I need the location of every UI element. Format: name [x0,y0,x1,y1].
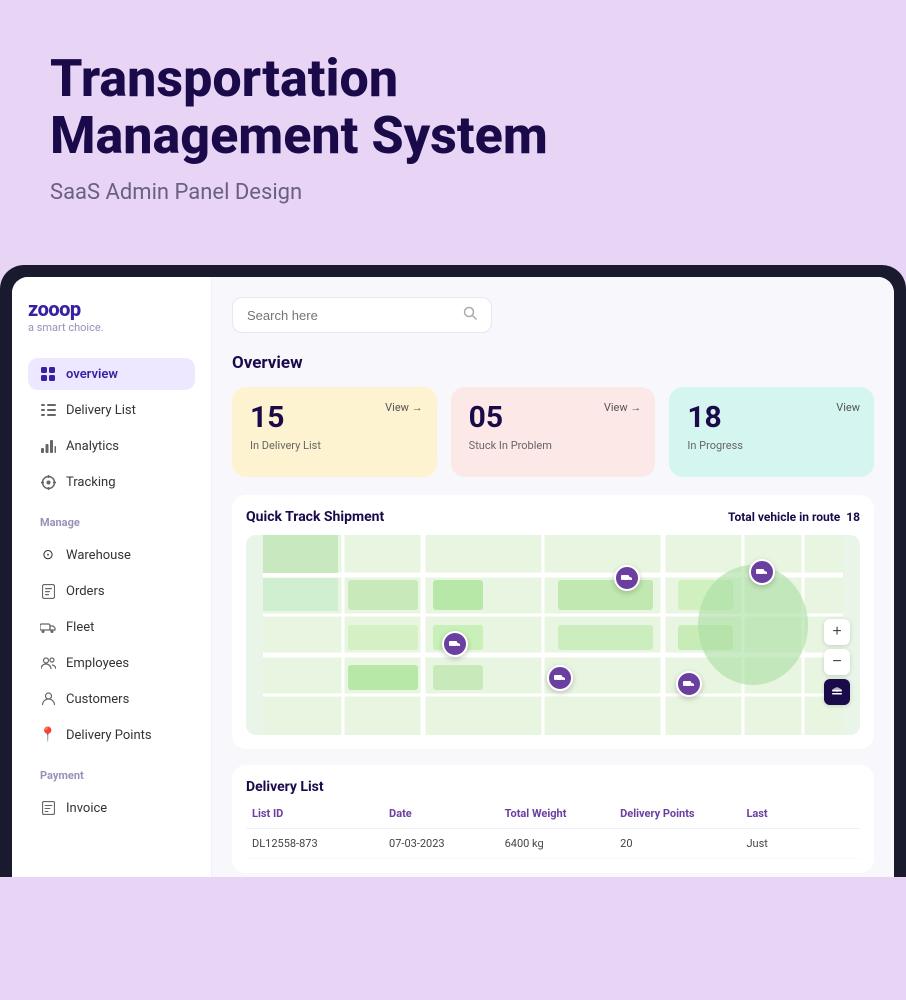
map-zoom-controls: + − [824,619,850,705]
table-header: List ID Date Total Weight Delivery Point… [246,807,860,829]
sidebar: zooop a smart choice. overview [12,277,212,877]
sidebar-label-invoice: Invoice [66,801,107,816]
view-progress-link[interactable]: View [836,401,860,414]
device-frame: zooop a smart choice. overview [0,265,906,877]
analytics-icon [40,438,56,454]
col-date: Date [389,807,497,820]
sidebar-item-employees[interactable]: Employees [28,647,195,679]
device-inner: zooop a smart choice. overview [12,277,894,877]
cell-weight: 6400 kg [505,837,613,850]
list-icon [40,402,56,418]
logo-name: zooop [28,297,195,321]
sidebar-label-customers: Customers [66,692,129,707]
cell-date: 07-03-2023 [389,837,497,850]
employees-icon [40,655,56,671]
search-input[interactable] [247,308,455,323]
tracking-icon [40,474,56,490]
sidebar-item-customers[interactable]: Customers [28,683,195,715]
zoom-out-button[interactable]: − [824,649,850,675]
sidebar-item-orders[interactable]: Orders [28,575,195,607]
orders-icon [40,583,56,599]
sidebar-item-delivery-list[interactable]: Delivery List [28,394,195,426]
map-title: Quick Track Shipment [246,509,384,525]
sidebar-item-overview[interactable]: overview [28,358,195,390]
map-area: + − [246,535,860,735]
stat-card-progress[interactable]: View 18 In Progress [669,387,874,477]
delivery-list-title: Delivery List [246,779,860,795]
sidebar-item-fleet[interactable]: Fleet [28,611,195,643]
logo-area: zooop a smart choice. [28,297,195,334]
map-header: Quick Track Shipment Total vehicle in ro… [246,509,860,525]
overview-cards: View → 15 In Delivery List View → 05 Stu… [232,387,874,477]
sidebar-item-delivery-points[interactable]: 📍 Delivery Points [28,719,195,751]
sidebar-label-overview: overview [66,367,118,382]
app-layout: zooop a smart choice. overview [12,277,894,877]
hero-title: Transportation Management System [50,50,856,164]
map-section: Quick Track Shipment Total vehicle in ro… [232,495,874,749]
hero-subtitle: SaaS Admin Panel Design [50,180,856,205]
stuck-label: Stuck In Problem [469,439,638,452]
col-last: Last [746,807,854,820]
delivery-label: In Delivery List [250,439,419,452]
grid-icon [40,366,56,382]
delivery-section: Delivery List List ID Date Total Weight … [232,765,874,873]
payment-section-label: Payment [28,755,195,788]
sidebar-item-warehouse[interactable]: ⊙ Warehouse [28,539,195,571]
invoice-icon [40,800,56,816]
cell-last: Just [746,837,854,850]
top-bar [232,297,874,333]
stat-card-delivery[interactable]: View → 15 In Delivery List [232,387,437,477]
search-icon [463,306,477,324]
col-weight: Total Weight [505,807,613,820]
sidebar-label-fleet: Fleet [66,620,94,635]
cell-points: 20 [620,837,738,850]
hero-section: Transportation Management System SaaS Ad… [0,0,906,265]
main-content: Overview View → 15 In Delivery List View… [212,277,894,877]
stat-card-stuck[interactable]: View → 05 Stuck In Problem [451,387,656,477]
fleet-icon [40,619,56,635]
sidebar-label-employees: Employees [66,656,129,671]
cell-id: DL12558-873 [252,837,381,850]
col-list-id: List ID [252,807,381,820]
progress-label: In Progress [687,439,856,452]
zoom-in-button[interactable]: + [824,619,850,645]
sidebar-item-tracking[interactable]: Tracking [28,466,195,498]
map-layer-button[interactable] [824,679,850,705]
sidebar-label-orders: Orders [66,584,105,599]
sidebar-item-analytics[interactable]: Analytics [28,430,195,462]
sidebar-label-warehouse: Warehouse [66,548,131,563]
page-title: Overview [232,353,874,373]
customers-icon [40,691,56,707]
search-box[interactable] [232,297,492,333]
sidebar-item-invoice[interactable]: Invoice [28,792,195,824]
col-points: Delivery Points [620,807,738,820]
manage-section-label: Manage [28,502,195,535]
table-row[interactable]: DL12558-873 07-03-2023 6400 kg 20 Just [246,829,860,859]
delivery-points-icon: 📍 [40,727,56,743]
warehouse-icon: ⊙ [40,547,56,563]
sidebar-label-delivery-points: Delivery Points [66,728,152,743]
view-delivery-link[interactable]: View → [385,401,423,414]
view-stuck-link[interactable]: View → [604,401,642,414]
map-meta: Total vehicle in route 18 [728,510,860,524]
progress-count: 18 [687,403,856,433]
sidebar-label-analytics: Analytics [66,439,119,454]
logo-tagline: a smart choice. [28,321,195,334]
truck-pin-5[interactable] [676,671,702,697]
sidebar-label-tracking: Tracking [66,475,116,490]
sidebar-label-delivery-list: Delivery List [66,403,136,418]
